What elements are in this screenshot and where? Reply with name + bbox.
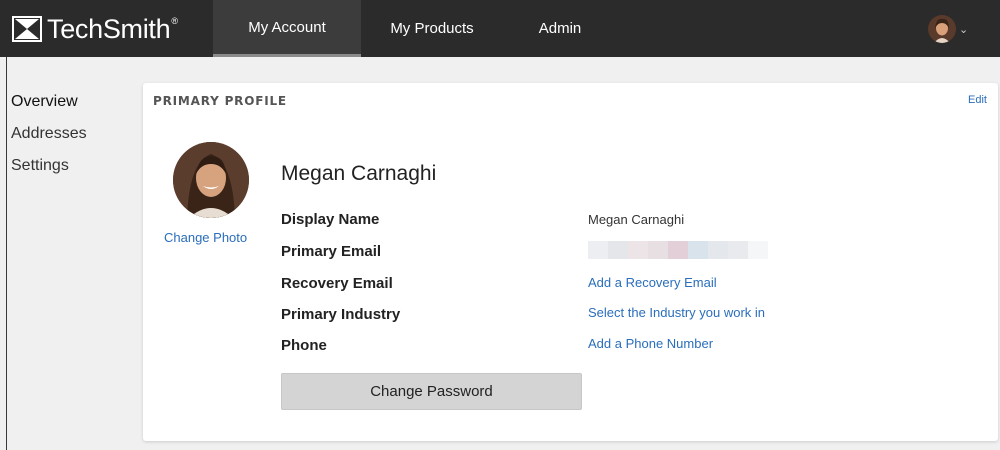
- primary-industry-label: Primary Industry: [281, 306, 401, 323]
- edit-link[interactable]: Edit: [968, 94, 987, 106]
- tab-admin[interactable]: Admin: [520, 0, 600, 57]
- top-navigation-bar: TechSmith ® My Account My Products Admin…: [0, 0, 1000, 57]
- profile-name: Megan Carnaghi: [281, 162, 437, 185]
- sidebar: Overview Addresses Settings: [11, 90, 87, 186]
- primary-email-label: Primary Email: [281, 243, 382, 260]
- divider: [6, 57, 7, 450]
- avatar: [928, 15, 956, 43]
- primary-email-value-redacted: [588, 241, 768, 259]
- tab-my-products[interactable]: My Products: [362, 0, 502, 57]
- display-name-label: Display Name: [281, 211, 380, 228]
- add-recovery-email-link[interactable]: Add a Recovery Email: [588, 275, 717, 290]
- sidebar-item-settings[interactable]: Settings: [11, 154, 87, 186]
- techsmith-logo-icon: [12, 16, 42, 42]
- brand-name: TechSmith: [47, 13, 171, 44]
- add-phone-number-link[interactable]: Add a Phone Number: [588, 336, 713, 351]
- user-menu[interactable]: ⌄: [928, 13, 968, 45]
- techsmith-logo[interactable]: TechSmith ®: [12, 14, 178, 44]
- profile-photo: [173, 142, 249, 218]
- phone-label: Phone: [281, 337, 327, 354]
- tab-my-account[interactable]: My Account: [213, 0, 361, 57]
- sidebar-item-addresses[interactable]: Addresses: [11, 122, 87, 154]
- display-name-value: Megan Carnaghi: [588, 212, 685, 227]
- change-password-button[interactable]: Change Password: [281, 373, 582, 410]
- select-industry-link[interactable]: Select the Industry you work in: [588, 305, 765, 320]
- sidebar-item-overview[interactable]: Overview: [11, 90, 87, 122]
- card-heading: PRIMARY PROFILE: [153, 94, 287, 108]
- chevron-down-icon: ⌄: [959, 23, 969, 36]
- registered-mark: ®: [171, 16, 178, 26]
- recovery-email-label: Recovery Email: [281, 275, 393, 292]
- primary-profile-card: PRIMARY PROFILE Edit Change Photo Megan …: [143, 83, 998, 441]
- change-photo-link[interactable]: Change Photo: [164, 230, 247, 245]
